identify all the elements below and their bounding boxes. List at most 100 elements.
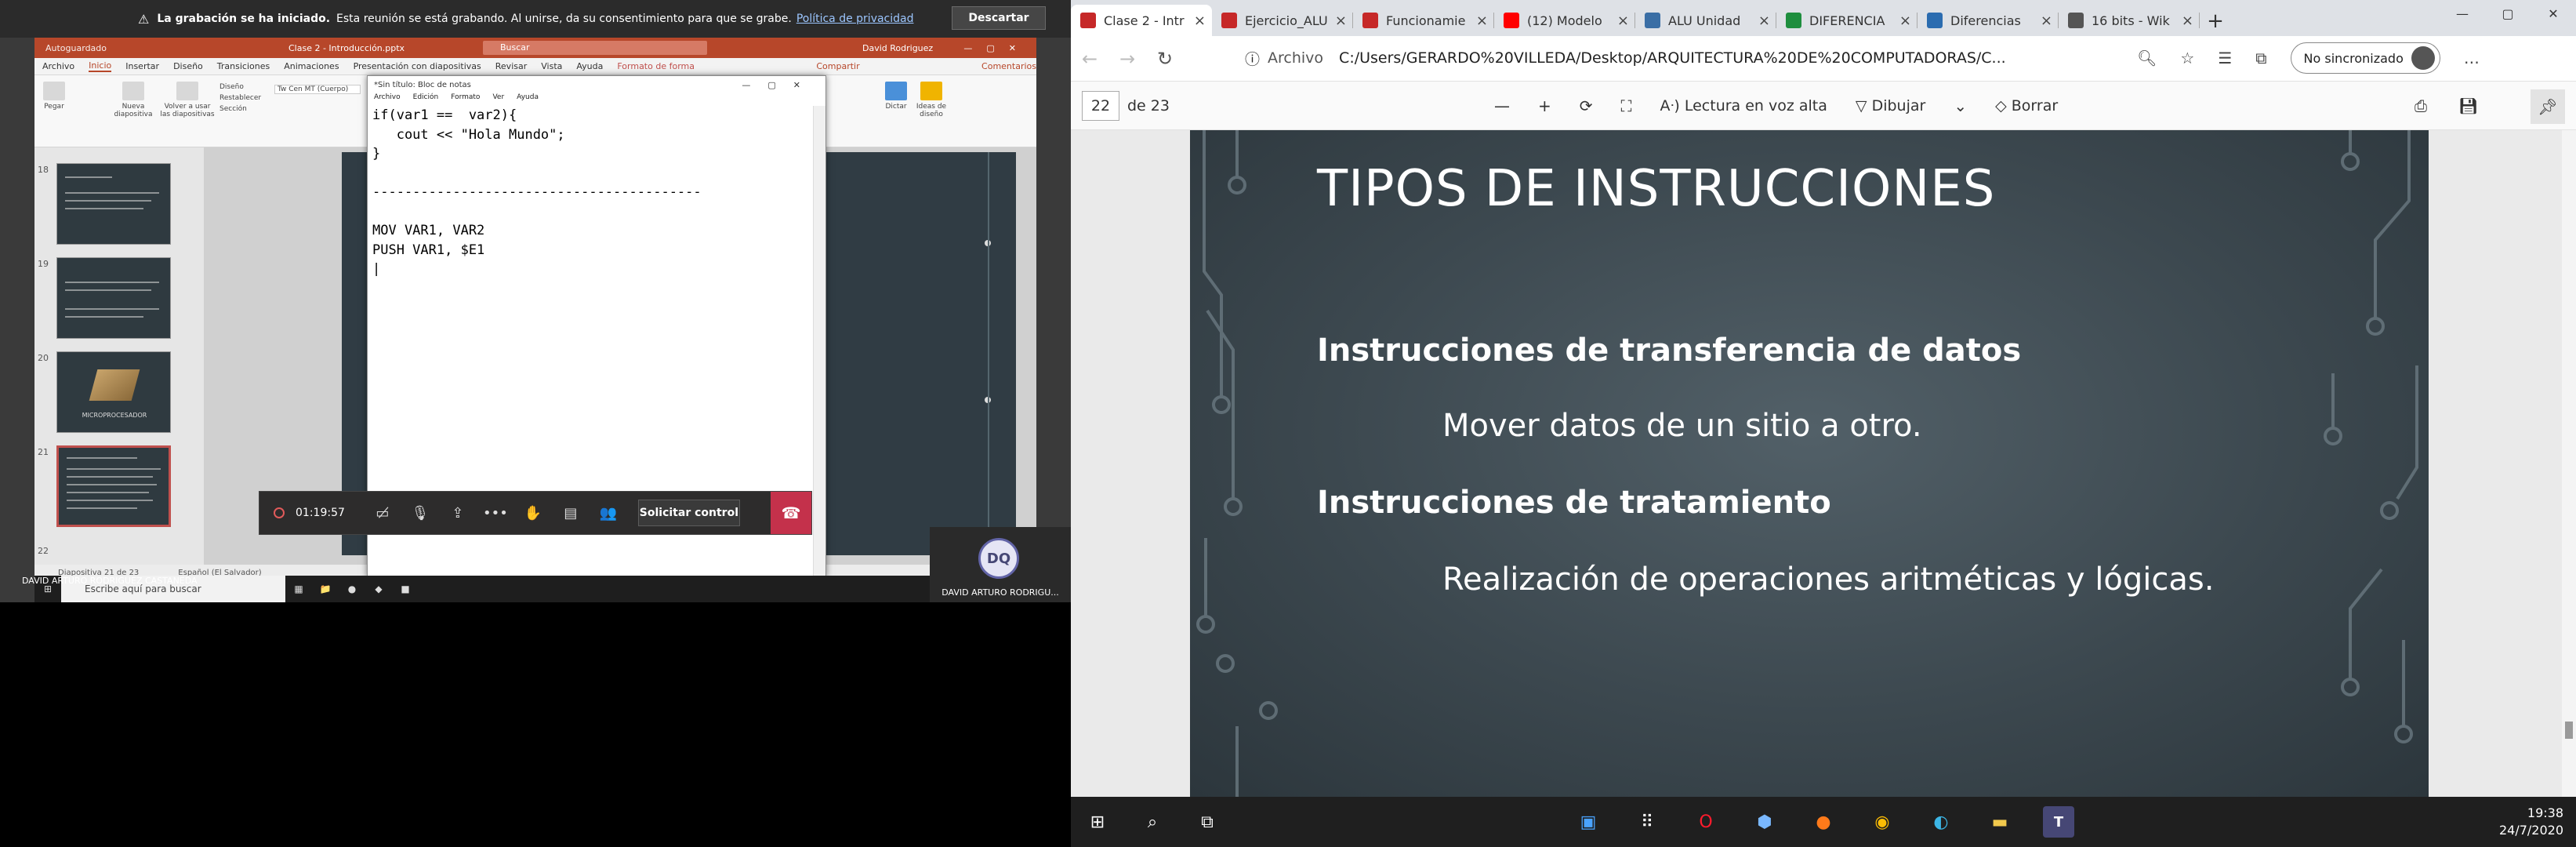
minimize-icon[interactable]: — bbox=[2440, 0, 2485, 28]
task-view-icon[interactable]: ▦ bbox=[285, 583, 312, 594]
apps-grid-icon[interactable]: ⠿ bbox=[1631, 806, 1663, 838]
close-tab-icon[interactable]: × bbox=[2041, 13, 2052, 29]
notepad-menu-item[interactable]: Ayuda bbox=[517, 93, 539, 106]
browser-tab[interactable]: 16 bits - Wik × bbox=[2059, 5, 2200, 36]
browser-tab[interactable]: (12) Modelo × bbox=[1494, 5, 1635, 36]
powerpoint-icon[interactable]: ■ bbox=[392, 583, 419, 594]
window-controls[interactable]: —▢✕ bbox=[963, 43, 1030, 53]
slide-thumbnail[interactable] bbox=[56, 257, 171, 339]
zoom-in-icon[interactable]: + bbox=[1538, 96, 1551, 115]
forward-icon[interactable]: → bbox=[1108, 48, 1146, 70]
teams-icon[interactable]: T bbox=[2043, 806, 2074, 838]
zoom-icon[interactable]: 🔍︎ bbox=[2137, 49, 2157, 67]
scrollbar-thumb[interactable] bbox=[2565, 722, 2573, 739]
browser-tab[interactable]: ALU Unidad × bbox=[1635, 5, 1776, 36]
save-icon[interactable]: 💾︎ bbox=[2458, 96, 2478, 115]
refresh-icon[interactable]: ↻ bbox=[1146, 48, 1184, 70]
browser-tab[interactable]: Clase 2 - Intr × bbox=[1071, 5, 1212, 36]
system-clock[interactable]: 19:38 24/7/2020 bbox=[2499, 805, 2563, 839]
share-button[interactable]: Compartir bbox=[816, 61, 859, 71]
notepad-menu-item[interactable]: Archivo bbox=[374, 93, 401, 106]
favorite-star-icon[interactable]: ☆ bbox=[2180, 49, 2194, 67]
pin-toolbar-icon[interactable]: 📌︎ bbox=[2531, 89, 2565, 124]
font-select[interactable]: Tw Cen MT (Cuerpo) bbox=[274, 85, 361, 94]
box-app-icon[interactable]: ⬢ bbox=[1749, 806, 1780, 838]
slide-thumbnail-selected[interactable] bbox=[56, 445, 171, 527]
ribbon-tab[interactable]: Archivo bbox=[42, 61, 74, 71]
chrome-icon[interactable]: ● bbox=[339, 583, 365, 594]
ribbon-tab[interactable]: Ayuda bbox=[576, 61, 603, 71]
request-control-button[interactable]: Solicitar control bbox=[637, 500, 740, 526]
vs-icon[interactable]: ◆ bbox=[365, 583, 392, 594]
notepad-window-controls[interactable]: —▢✕ bbox=[742, 80, 818, 90]
menu-icon[interactable]: … bbox=[2464, 49, 2480, 67]
zoom-out-icon[interactable]: — bbox=[1494, 96, 1510, 115]
window-controls[interactable]: — ▢ ✕ bbox=[2440, 0, 2576, 28]
favorites-icon[interactable]: ☰ bbox=[2218, 49, 2232, 67]
firefox-icon[interactable]: ● bbox=[1808, 806, 1839, 838]
ribbon-tab[interactable]: Presentación con diapositivas bbox=[354, 61, 481, 71]
participants-icon[interactable]: 👥 bbox=[590, 505, 627, 522]
chrome-icon[interactable]: ◉ bbox=[1867, 806, 1898, 838]
draw-button[interactable]: ▽ Dibujar bbox=[1856, 97, 1925, 115]
back-icon[interactable]: ← bbox=[1071, 48, 1108, 70]
ribbon-tab[interactable]: Animaciones bbox=[284, 61, 339, 71]
draw-dropdown-chevron-icon[interactable]: ⌄ bbox=[1954, 96, 1967, 115]
page-number-input[interactable]: 22 bbox=[1082, 90, 1119, 121]
reuse-slides-button[interactable]: Volver a usar las diapositivas bbox=[160, 82, 215, 118]
edge-icon[interactable]: ◐ bbox=[1925, 806, 1957, 838]
autosave-label[interactable]: Autoguardado bbox=[45, 43, 107, 53]
erase-button[interactable]: ◇ Borrar bbox=[1995, 97, 2058, 115]
close-tab-icon[interactable]: × bbox=[1617, 13, 1629, 29]
close-window-icon[interactable]: ✕ bbox=[2531, 0, 2576, 28]
pdf-scrollbar[interactable] bbox=[2562, 130, 2576, 797]
ribbon-tab[interactable]: Vista bbox=[541, 61, 562, 71]
collections-icon[interactable]: ⧉ bbox=[2255, 49, 2266, 67]
windows-start-icon[interactable]: ⊞ bbox=[1082, 806, 1113, 838]
share-screen-icon[interactable]: ⇪ bbox=[439, 505, 477, 522]
ribbon-tab[interactable]: Inicio bbox=[89, 60, 112, 72]
hang-up-icon[interactable]: ☎ bbox=[771, 492, 811, 534]
task-view-icon[interactable]: ⧉ bbox=[1192, 806, 1223, 838]
maximize-icon[interactable]: ▢ bbox=[2485, 0, 2531, 28]
explorer-icon[interactable]: 📁 bbox=[312, 583, 339, 594]
new-tab-icon[interactable]: + bbox=[2200, 9, 2231, 36]
browser-tab[interactable]: Funcionamie × bbox=[1353, 5, 1494, 36]
app-icon[interactable]: ▣ bbox=[1573, 806, 1604, 838]
slide-thumbnail[interactable] bbox=[56, 163, 171, 245]
camera-off-icon[interactable]: ▭̸ bbox=[364, 505, 401, 522]
privacy-link[interactable]: Política de privacidad bbox=[796, 13, 914, 25]
layout-option[interactable]: Diseño bbox=[220, 82, 261, 93]
reset-option[interactable]: Restablecer bbox=[220, 93, 261, 104]
close-tab-icon[interactable]: × bbox=[1194, 13, 1206, 29]
slide-options[interactable]: Diseño Restablecer Sección bbox=[220, 82, 261, 115]
print-icon[interactable]: ⎙ bbox=[2415, 96, 2427, 115]
section-option[interactable]: Sección bbox=[220, 104, 261, 115]
browser-tab[interactable]: DIFERENCIA × bbox=[1776, 5, 1917, 36]
notepad-menu-item[interactable]: Edición bbox=[413, 93, 439, 106]
ribbon-tab[interactable]: Insertar bbox=[125, 61, 159, 71]
ribbon-tab[interactable]: Diseño bbox=[173, 61, 203, 71]
read-aloud-button[interactable]: Aᐧ) Lectura en voz alta bbox=[1660, 97, 1827, 115]
notepad-scrollbar[interactable] bbox=[813, 106, 825, 576]
info-icon[interactable]: ⓘ bbox=[1245, 48, 1260, 69]
notepad-menu-item[interactable]: Formato bbox=[451, 93, 480, 106]
close-tab-icon[interactable]: × bbox=[1335, 13, 1347, 29]
participant-video[interactable]: DQ DAVID ARTURO RODRIGU... bbox=[930, 527, 1071, 602]
ribbon-tab[interactable]: Transiciones bbox=[217, 61, 270, 71]
notepad-menu-item[interactable]: Ver bbox=[492, 93, 504, 106]
close-tab-icon[interactable]: × bbox=[2182, 13, 2193, 29]
design-ideas-button[interactable]: Ideas de diseño bbox=[914, 82, 949, 118]
slide-thumbnail[interactable]: MICROPROCESADOR bbox=[56, 351, 171, 433]
chat-icon[interactable]: ▤ bbox=[552, 505, 590, 522]
ribbon-tab[interactable]: Revisar bbox=[495, 61, 527, 71]
paste-button[interactable]: Pegar bbox=[41, 82, 67, 111]
new-slide-button[interactable]: Nueva diapositiva bbox=[110, 82, 157, 118]
file-explorer-icon[interactable]: ▬ bbox=[1984, 806, 2015, 838]
opera-icon[interactable]: O bbox=[1690, 806, 1722, 838]
ribbon-tab[interactable]: Formato de forma bbox=[617, 61, 695, 71]
fit-page-icon[interactable]: ⛶ bbox=[1621, 96, 1632, 115]
powerpoint-search[interactable]: Buscar bbox=[483, 41, 707, 55]
pdf-viewer[interactable]: TIPOS DE INSTRUCCIONES Instrucciones de … bbox=[1071, 130, 2576, 797]
more-actions-icon[interactable]: ••• bbox=[477, 505, 514, 522]
